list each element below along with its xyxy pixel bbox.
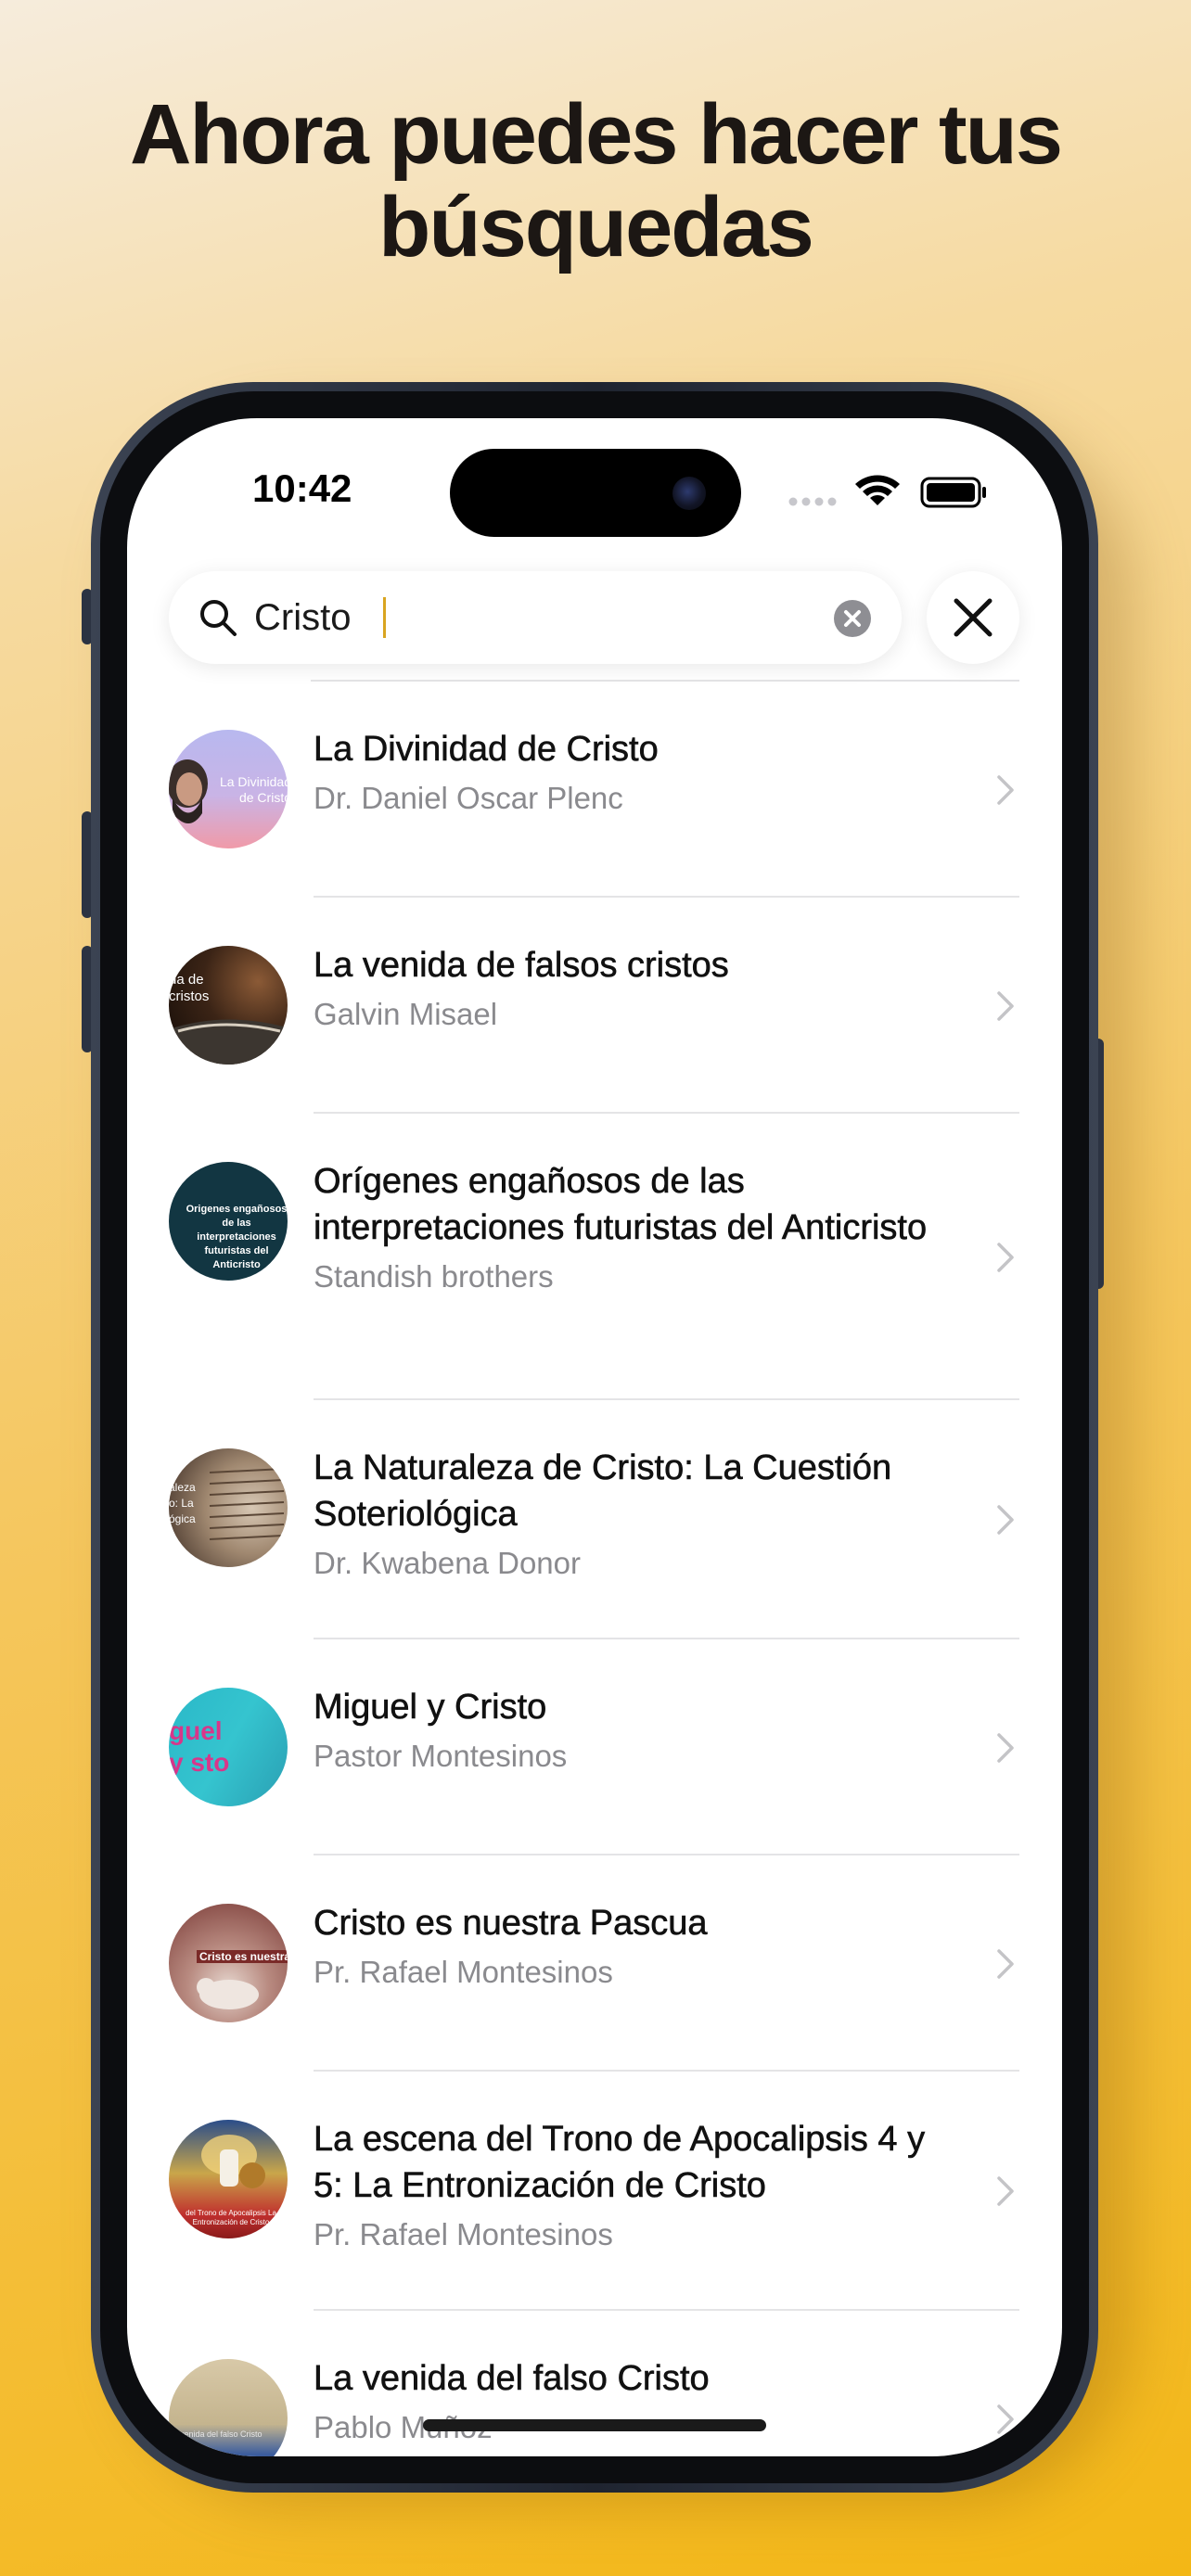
cellular-signal-icon <box>788 497 837 506</box>
chevron-right-icon <box>997 1505 1014 1535</box>
headline-line-2: búsquedas <box>378 180 814 274</box>
row-title: Miguel y Cristo <box>314 1688 547 1728</box>
thumbnail: La Divinidad de Cristo <box>169 730 288 848</box>
thumbnail-text: da de cristos <box>169 972 210 1004</box>
close-icon <box>954 598 992 637</box>
thumbnail-text: La Divinidad de Cristo <box>219 774 288 805</box>
status-time: 10:42 <box>252 466 352 510</box>
row-text: La venida del falso Cristo Pablo Muñoz <box>314 2355 963 2448</box>
row-title: La venida del falso Cristo <box>314 2359 710 2399</box>
row-text: Cristo es nuestra Pascua Pr. Rafael Mont… <box>314 1900 963 1993</box>
row-title: La Divinidad de Cristo <box>314 730 659 770</box>
row-subtitle: Galvin Misael <box>314 997 498 1031</box>
list-item[interactable]: aleza o: La ógica La Naturaleza de Crist… <box>127 1400 1062 1639</box>
dynamic-island <box>450 449 741 537</box>
row-text: Orígenes engañosos de las interpretacion… <box>314 1158 963 1297</box>
close-search-button[interactable] <box>927 571 1019 664</box>
thumbnail: Cristo es nuestra <box>169 1904 288 2022</box>
list-item[interactable]: Origenes engañosos de las interpretacion… <box>127 1114 1062 1400</box>
thumbnail: aleza o: La ógica <box>169 1448 288 1567</box>
row-subtitle: Pr. Rafael Montesinos <box>314 1955 613 1989</box>
row-title: Orígenes engañosos de las interpretacion… <box>314 1162 928 1248</box>
chevron-right-icon <box>997 1733 1014 1763</box>
thumbnail-text: aleza o: La ógica <box>169 1481 196 1525</box>
chevron-right-icon <box>997 1243 1014 1272</box>
row-title: La Naturaleza de Cristo: La Cuestión Sot… <box>314 1448 892 1535</box>
throne-scene-icon <box>201 2135 265 2188</box>
status-icons <box>788 475 986 508</box>
list-item[interactable]: da de cristos La venida de falsos cristo… <box>127 898 1062 1114</box>
list-item[interactable]: del Trono de Apocalipsis La Entronizació… <box>127 2072 1062 2311</box>
row-subtitle: Standish brothers <box>314 1259 554 1294</box>
row-subtitle: Pastor Montesinos <box>314 1739 568 1773</box>
thumbnail-text: Origenes engañosos de las interpretacion… <box>186 1204 288 1270</box>
search-icon <box>200 600 237 636</box>
thumbnail: guel y sto <box>169 1688 288 1806</box>
thumbnail-text: del Trono de Apocalipsis La Entronizació… <box>186 2209 276 2226</box>
search-results-list: La Divinidad de Cristo La Divinidad de C… <box>127 682 1062 2456</box>
portrait-icon <box>169 759 208 823</box>
list-item[interactable]: venida del falso Cristo La venida del fa… <box>127 2311 1062 2456</box>
wifi-icon <box>855 475 900 505</box>
row-subtitle: Dr. Kwabena Donor <box>314 1546 581 1580</box>
list-item[interactable]: La Divinidad de Cristo La Divinidad de C… <box>127 682 1062 898</box>
bible-text-icon <box>209 1468 285 1540</box>
row-title: Cristo es nuestra Pascua <box>314 1904 708 1944</box>
row-text: La venida de falsos cristos Galvin Misae… <box>314 942 963 1035</box>
headline-line-1: Ahora puedes hacer tus <box>129 87 1063 182</box>
row-text: La escena del Trono de Apocalipsis 4 y 5… <box>314 2116 963 2255</box>
thumbnail-text: venida del falso Cristo <box>180 2429 263 2439</box>
clear-icon <box>844 610 861 627</box>
search-bar[interactable] <box>169 571 902 664</box>
list-item[interactable]: guel y sto Miguel y Cristo Pastor Montes… <box>127 1639 1062 1855</box>
thumbnail: Origenes engañosos de las interpretacion… <box>169 1162 288 1281</box>
thumbnail-text: Cristo es nuestra <box>197 1950 288 1963</box>
row-subtitle: Dr. Daniel Oscar Plenc <box>314 781 623 815</box>
chevron-right-icon <box>997 2404 1014 2434</box>
chevron-right-icon <box>997 2176 1014 2206</box>
clear-search-button[interactable] <box>834 600 871 637</box>
row-title: La venida de falsos cristos <box>314 946 729 986</box>
thumbnail-text: guel y sto <box>169 1716 230 1777</box>
phone-screen: 10:42 Cristo La Divinidad de Cristo La D… <box>127 418 1062 2456</box>
battery-icon <box>920 477 986 508</box>
row-text: La Divinidad de Cristo Dr. Daniel Oscar … <box>314 726 963 819</box>
lamb-icon <box>197 1978 259 2009</box>
row-subtitle: Pr. Rafael Montesinos <box>314 2217 613 2251</box>
book-icon <box>169 1019 288 1065</box>
list-item[interactable]: Cristo es nuestra Cristo es nuestra Pasc… <box>127 1855 1062 2072</box>
front-camera-icon <box>672 477 706 510</box>
search-input[interactable] <box>254 584 811 651</box>
chevron-right-icon <box>997 775 1014 805</box>
row-text: La Naturaleza de Cristo: La Cuestión Sot… <box>314 1445 963 1584</box>
text-cursor <box>383 597 386 638</box>
chevron-right-icon <box>997 1949 1014 1979</box>
chevron-right-icon <box>997 991 1014 1021</box>
row-title: La escena del Trono de Apocalipsis 4 y 5… <box>314 2120 926 2206</box>
row-text: Miguel y Cristo Pastor Montesinos <box>314 1684 963 1777</box>
thumbnail: del Trono de Apocalipsis La Entronizació… <box>169 2120 288 2238</box>
home-indicator[interactable] <box>423 2419 766 2431</box>
thumbnail: venida del falso Cristo <box>169 2359 288 2456</box>
headline: Ahora puedes hacer tus búsquedas <box>0 88 1191 274</box>
thumbnail: da de cristos <box>169 946 288 1065</box>
